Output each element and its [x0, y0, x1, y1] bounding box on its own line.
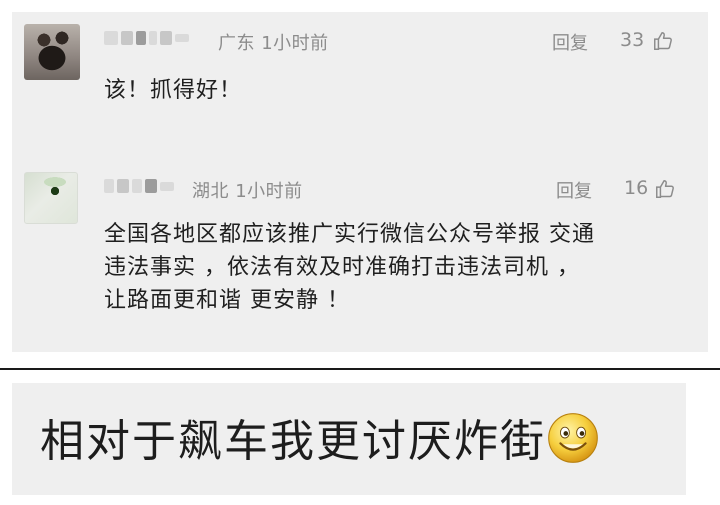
comment-body: 全国各地区都应该推广实行微信公众号举报 交通 违法事实 ，依法有效及时准确打击违… [104, 218, 704, 317]
thumbs-up-icon[interactable] [652, 30, 674, 52]
reply-button[interactable]: 回复 [552, 29, 588, 55]
username-blurred[interactable] [104, 30, 189, 46]
comment-list: 广东 1小时前 回复 33 该！抓得好！ 湖北 1小时前 回复 16 全国各地区… [12, 12, 708, 352]
bottom-comment-text: 相对于飙车我更讨厌炸街 [40, 416, 546, 467]
comment-region: 湖北 [192, 181, 229, 202]
user-avatar[interactable] [24, 172, 78, 224]
like-count: 33 [620, 29, 645, 51]
comment-time: 1小时前 [235, 181, 303, 202]
screenshot-stage: 广东 1小时前 回复 33 该！抓得好！ 湖北 1小时前 回复 16 全国各地区… [0, 0, 720, 505]
comment-line: 违法事实 ，依法有效及时准确打击违法司机 ， [104, 255, 580, 280]
comment-meta: 湖北 1小时前 [192, 177, 303, 203]
thumbs-up-icon[interactable] [654, 178, 676, 200]
username-blurred[interactable] [104, 178, 174, 194]
reply-button[interactable]: 回复 [556, 177, 592, 203]
like-count: 16 [624, 177, 649, 199]
bottom-comment: 相对于飙车我更讨厌炸街 [12, 383, 686, 495]
section-divider [0, 368, 720, 370]
user-avatar[interactable] [24, 24, 80, 80]
comment-item: 广东 1小时前 回复 33 该！抓得好！ [12, 12, 708, 152]
comment-time: 1小时前 [261, 33, 329, 54]
comment-item: 湖北 1小时前 回复 16 全国各地区都应该推广实行微信公众号举报 交通 违法事… [12, 160, 708, 352]
grinning-face-emoji-icon [548, 413, 598, 463]
comment-line: 全国各地区都应该推广实行微信公众号举报 交通 [104, 222, 595, 247]
comment-region: 广东 [218, 33, 255, 54]
comment-meta: 广东 1小时前 [218, 29, 329, 55]
comment-body: 该！抓得好！ [104, 78, 243, 103]
comment-line: 让路面更和谐 更安静 ！ [104, 288, 350, 313]
